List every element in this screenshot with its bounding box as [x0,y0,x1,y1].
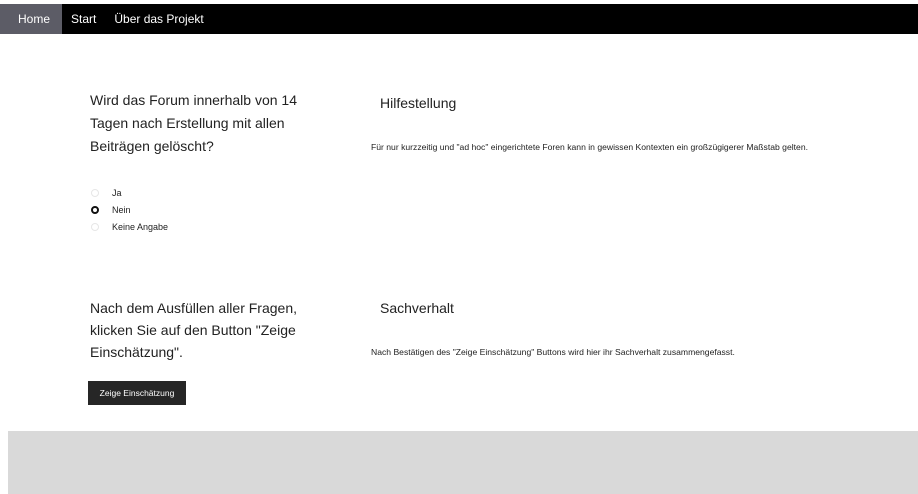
radio-keine-angabe[interactable] [91,222,99,231]
show-assessment-button[interactable]: Zeige Einschätzung [88,381,186,405]
option-keine-angabe[interactable]: Keine Angabe [91,218,168,235]
facts-text: Nach Bestätigen des "Zeige Einschätzung"… [371,347,735,357]
option-nein-label: Nein [112,204,131,215]
radio-nein[interactable] [91,205,99,214]
facts-title: Sachverhalt [380,300,454,316]
option-nein[interactable]: Nein [91,201,168,218]
question-text: Wird das Forum innerhalb von 14 Tagen na… [90,92,297,154]
option-ja-label: Ja [112,187,122,198]
help-text: Für nur kurzzeitig und "ad hoc" eingeric… [371,142,808,152]
footer [8,431,918,494]
instructions-text: Nach dem Ausfüllen aller Fragen, klicken… [90,300,297,360]
answer-radio-group: Ja Nein Keine Angabe [91,184,168,235]
nav-home[interactable]: Home [0,4,63,34]
option-keine-angabe-label: Keine Angabe [112,221,169,232]
nav-about-project[interactable]: Über das Projekt [105,4,212,34]
nav-start[interactable]: Start [62,4,105,34]
option-ja[interactable]: Ja [91,184,168,201]
help-title: Hilfestellung [380,95,457,111]
radio-ja[interactable] [91,188,99,197]
top-navbar: Home Start Über das Projekt [0,4,918,34]
